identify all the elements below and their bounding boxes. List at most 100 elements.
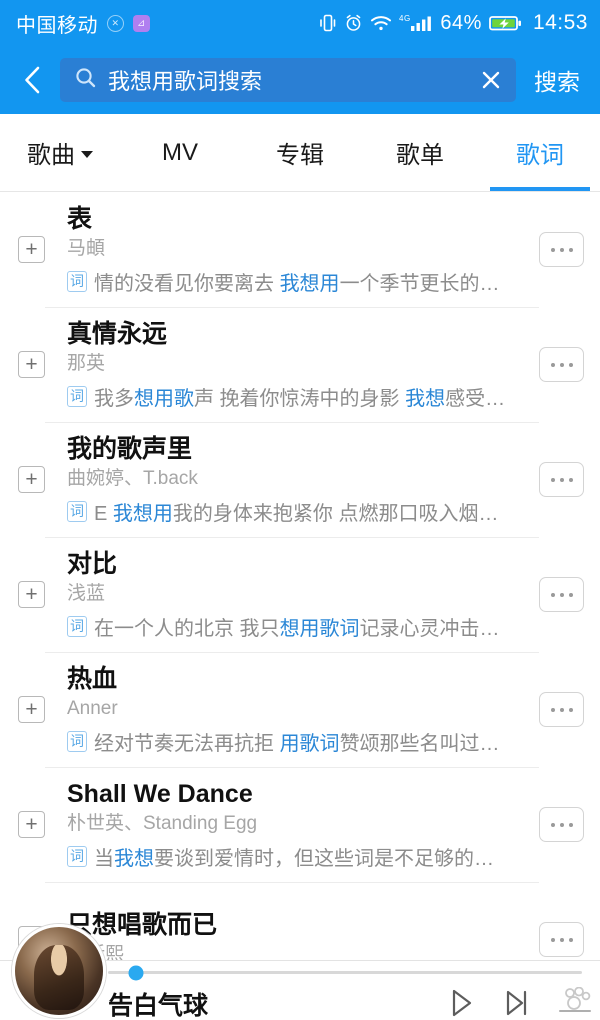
song-title: 热血 — [67, 664, 533, 695]
lyric-snippet: 词当我想要谈到爱情时，但这些词是不足够的… — [67, 842, 533, 871]
status-bar-right: 4G 64% 14:53 — [319, 11, 588, 35]
player-main: 告白气球 — [108, 961, 600, 1020]
tab-label: 歌单 — [396, 135, 444, 170]
lyric-badge-icon: 词 — [67, 616, 87, 637]
mini-player-bar: 告白气球 — [0, 960, 600, 1020]
tab-label: 专辑 — [276, 135, 324, 170]
song-artist: 那英 — [67, 350, 533, 379]
chevron-down-icon — [81, 151, 93, 158]
result-row-content: 热血Anner 词经对节奏无法再抗拒 用歌词赞颂那些名叫过… — [45, 652, 539, 767]
playback-progress-handle[interactable] — [129, 965, 144, 980]
wifi-icon — [370, 14, 392, 32]
tab-1[interactable]: 歌曲 — [0, 114, 120, 191]
result-row-content: 真情永远那英词我多想用歌声 挽着你惊涛中的身影 我想感受… — [45, 307, 539, 422]
signal-4g-icon: 4G — [399, 13, 433, 33]
result-row-content: Shall We Dance朴世英、Standing Egg 词当我想要谈到爱情时… — [45, 767, 539, 882]
lyric-snippet: 词经对节奏无法再抗拒 用歌词赞颂那些名叫过… — [67, 727, 533, 756]
song-title: 对比 — [67, 549, 533, 580]
next-button[interactable] — [502, 987, 532, 1020]
more-horizontal-icon[interactable] — [539, 347, 584, 382]
clear-search-button[interactable] — [478, 67, 504, 93]
lyric-text: 经对节奏无法再抗拒 用歌词赞颂那些名叫过… — [94, 727, 500, 756]
plus-icon[interactable]: + — [18, 466, 45, 493]
app-root: 中国移动 ✕ ⊿ 4G 64% — [0, 0, 600, 1020]
plus-icon[interactable]: + — [18, 696, 45, 723]
search-results-list[interactable]: +表马頔词情的没看见你要离去 我想用一个季节更长的…+真情永远那英词我多想用歌声… — [0, 192, 600, 1018]
result-row-content: 对比浅蓝词在一个人的北京 我只想用歌词记录心灵冲击… — [45, 537, 539, 652]
alarm-icon — [344, 13, 363, 33]
search-bar: 我想用歌词搜索 搜索 — [0, 46, 600, 114]
search-submit-button[interactable]: 搜索 — [520, 63, 586, 97]
tab-label: 歌词 — [516, 135, 564, 170]
play-button[interactable] — [446, 987, 476, 1020]
song-title: 表 — [67, 204, 533, 235]
clock-label: 14:53 — [533, 11, 588, 35]
plus-icon[interactable]: + — [18, 811, 45, 838]
result-row[interactable]: + Shall We Dance朴世英、Standing Egg 词当我想要谈到爱情… — [0, 767, 600, 882]
lyric-badge-icon: 词 — [67, 386, 87, 407]
search-icon — [74, 66, 98, 95]
tab-label: MV — [162, 139, 198, 167]
song-title: 真情永远 — [67, 319, 533, 350]
result-row[interactable]: +表马頔词情的没看见你要离去 我想用一个季节更长的… — [0, 192, 600, 307]
more-horizontal-icon[interactable] — [539, 232, 584, 267]
player-controls — [446, 987, 592, 1020]
tab-2[interactable]: MV — [120, 114, 240, 191]
plus-icon[interactable]: + — [18, 581, 45, 608]
lyric-text: 在一个人的北京 我只想用歌词记录心灵冲击… — [94, 612, 500, 641]
result-row[interactable]: +真情永远那英词我多想用歌声 挽着你惊涛中的身影 我想感受… — [0, 307, 600, 422]
tab-4[interactable]: 歌单 — [360, 114, 480, 191]
lyric-snippet: 词在一个人的北京 我只想用歌词记录心灵冲击… — [67, 612, 533, 641]
next-icon — [502, 987, 532, 1019]
back-button[interactable] — [10, 57, 56, 103]
playlist-button[interactable] — [558, 987, 592, 1020]
status-bar: 中国移动 ✕ ⊿ 4G 64% — [0, 0, 600, 46]
lyric-text: 当我想要谈到爱情时，但这些词是不足够的… — [94, 842, 494, 871]
lyric-snippet: 词E 我想用我的身体来抱紧你 点燃那口吸入烟… — [67, 497, 533, 526]
battery-percent-label: 64% — [440, 12, 482, 35]
more-horizontal-icon[interactable] — [539, 807, 584, 842]
lyric-badge-icon: 词 — [67, 731, 87, 752]
song-artist: 浅蓝 — [67, 580, 533, 609]
app-purple-icon: ⊿ — [133, 15, 150, 32]
more-horizontal-icon[interactable] — [539, 922, 584, 957]
no-sim-badge-icon: ✕ — [107, 15, 124, 32]
result-row-content: 表马頔词情的没看见你要离去 我想用一个季节更长的… — [45, 192, 539, 307]
tab-bar: 歌曲 MV 专辑 歌单 歌词 — [0, 114, 600, 192]
song-title: 我的歌声里 — [67, 434, 533, 465]
more-horizontal-icon[interactable] — [539, 462, 584, 497]
lyric-snippet: 词情的没看见你要离去 我想用一个季节更长的… — [67, 267, 533, 296]
tab-5[interactable]: 歌词 — [480, 114, 600, 191]
result-row-content: 我的歌声里曲婉婷、T.back 词E 我想用我的身体来抱紧你 点燃那口吸入烟… — [45, 422, 539, 537]
playback-progress-bar[interactable] — [108, 971, 582, 974]
song-artist: 曲婉婷、T.back — [67, 465, 533, 494]
battery-charging-icon — [489, 13, 523, 33]
lyric-badge-icon: 词 — [67, 271, 87, 292]
song-artist: Anner — [67, 695, 533, 724]
chevron-left-icon — [20, 65, 46, 95]
tab-3[interactable]: 专辑 — [240, 114, 360, 191]
more-horizontal-icon[interactable] — [539, 692, 584, 727]
lyric-badge-icon: 词 — [67, 846, 87, 867]
plus-icon[interactable]: + — [18, 351, 45, 378]
svg-text:4G: 4G — [399, 14, 411, 23]
tab-label: 歌曲 — [27, 135, 75, 170]
playlist-icon — [558, 987, 592, 1019]
play-icon — [446, 987, 476, 1019]
result-row[interactable]: + 热血Anner 词经对节奏无法再抗拒 用歌词赞颂那些名叫过… — [0, 652, 600, 767]
lyric-text: 情的没看见你要离去 我想用一个季节更长的… — [94, 267, 500, 296]
more-horizontal-icon[interactable] — [539, 577, 584, 612]
carrier-label: 中国移动 — [16, 9, 98, 38]
result-row[interactable]: +对比浅蓝词在一个人的北京 我只想用歌词记录心灵冲击… — [0, 537, 600, 652]
album-art[interactable] — [12, 924, 106, 1018]
search-input[interactable]: 我想用歌词搜索 — [60, 58, 516, 102]
search-input-value[interactable]: 我想用歌词搜索 — [108, 64, 468, 96]
song-title: Shall We Dance — [67, 779, 533, 810]
song-artist: 朴世英、Standing Egg — [67, 810, 533, 839]
lyric-text: E 我想用我的身体来抱紧你 点燃那口吸入烟… — [94, 497, 498, 526]
result-row[interactable]: + 我的歌声里曲婉婷、T.back 词E 我想用我的身体来抱紧你 点燃那口吸入烟… — [0, 422, 600, 537]
song-title: 只想唱歌而已 — [67, 910, 533, 941]
plus-icon[interactable]: + — [18, 236, 45, 263]
lyric-text: 我多想用歌声 挽着你惊涛中的身影 我想感受… — [94, 382, 505, 411]
status-bar-left: 中国移动 ✕ ⊿ — [16, 9, 150, 38]
